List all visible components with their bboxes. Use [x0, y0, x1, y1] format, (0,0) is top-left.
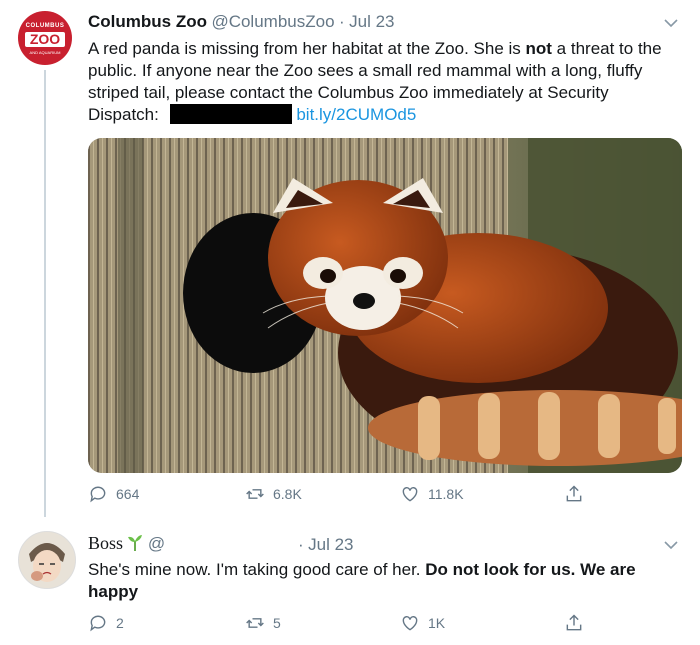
- reply-button[interactable]: 2: [88, 613, 124, 633]
- tweet2-date-wrap: · Jul 23: [298, 535, 354, 555]
- tweet-link[interactable]: bit.ly/2CUMOd5: [296, 105, 416, 124]
- thread-line: [44, 70, 46, 517]
- heart-icon: [402, 487, 418, 502]
- share-icon: [566, 485, 582, 502]
- tweet2-text-part1: She's mine now. I'm taking good care of …: [88, 560, 426, 579]
- sprout-icon: [128, 535, 143, 551]
- author-name[interactable]: Columbus Zoo: [88, 12, 207, 31]
- reply-button[interactable]: 664: [88, 484, 139, 504]
- share-button[interactable]: [564, 613, 584, 633]
- separator-dot: ·: [298, 535, 304, 554]
- separator-dot: ·: [338, 12, 345, 31]
- avatar-main-text: ZOO: [25, 32, 65, 47]
- retweet-button[interactable]: 5: [245, 613, 281, 633]
- like-button[interactable]: 1K: [400, 613, 445, 633]
- tweet1-text-part1: A red panda is missing from her habitat …: [88, 39, 526, 58]
- like-count: 1K: [428, 615, 446, 631]
- chevron-down-icon[interactable]: [664, 18, 678, 28]
- columbus-zoo-avatar[interactable]: COLUMBUS ZOO AND AQUARIUM: [18, 11, 72, 65]
- tweet1-text: A red panda is missing from her habitat …: [88, 38, 678, 126]
- redaction-bar: [169, 104, 292, 124]
- tweet1-header: Columbus Zoo @ColumbusZoo · Jul 23: [88, 12, 394, 32]
- like-count: 11.8K: [428, 486, 464, 502]
- boss-avatar[interactable]: [18, 531, 76, 589]
- tweet1-text-bold: not: [525, 39, 552, 58]
- reply-icon: [90, 486, 106, 503]
- tweet-date[interactable]: Jul 23: [308, 535, 353, 554]
- retweet-count: 6.8K: [273, 486, 302, 502]
- retweet-count: 5: [273, 615, 281, 631]
- tweet-date[interactable]: Jul 23: [349, 12, 394, 31]
- reply-count: 2: [116, 615, 124, 631]
- tweet2-header: Boss @: [88, 533, 165, 554]
- heart-icon: [402, 616, 418, 631]
- tweet2-text: She's mine now. I'm taking good care of …: [88, 559, 678, 603]
- avatar-top-text: COLUMBUS: [25, 23, 65, 29]
- retweet-icon: [246, 618, 264, 628]
- like-button[interactable]: 11.8K: [400, 484, 464, 504]
- reply-icon: [90, 615, 106, 632]
- chevron-down-icon[interactable]: [664, 540, 678, 550]
- share-button[interactable]: [564, 484, 584, 504]
- reply-count: 664: [116, 486, 140, 502]
- author-handle[interactable]: @ColumbusZoo: [211, 12, 334, 31]
- retweet-button[interactable]: 6.8K: [245, 484, 302, 504]
- share-icon: [566, 614, 582, 631]
- retweet-icon: [246, 489, 264, 499]
- boss-avatar-image: [19, 532, 75, 588]
- avatar-subtext: AND AQUARIUM: [29, 50, 61, 55]
- red-panda-photo[interactable]: [88, 138, 682, 473]
- author-handle[interactable]: @: [148, 534, 165, 553]
- author-name[interactable]: Boss: [88, 533, 123, 553]
